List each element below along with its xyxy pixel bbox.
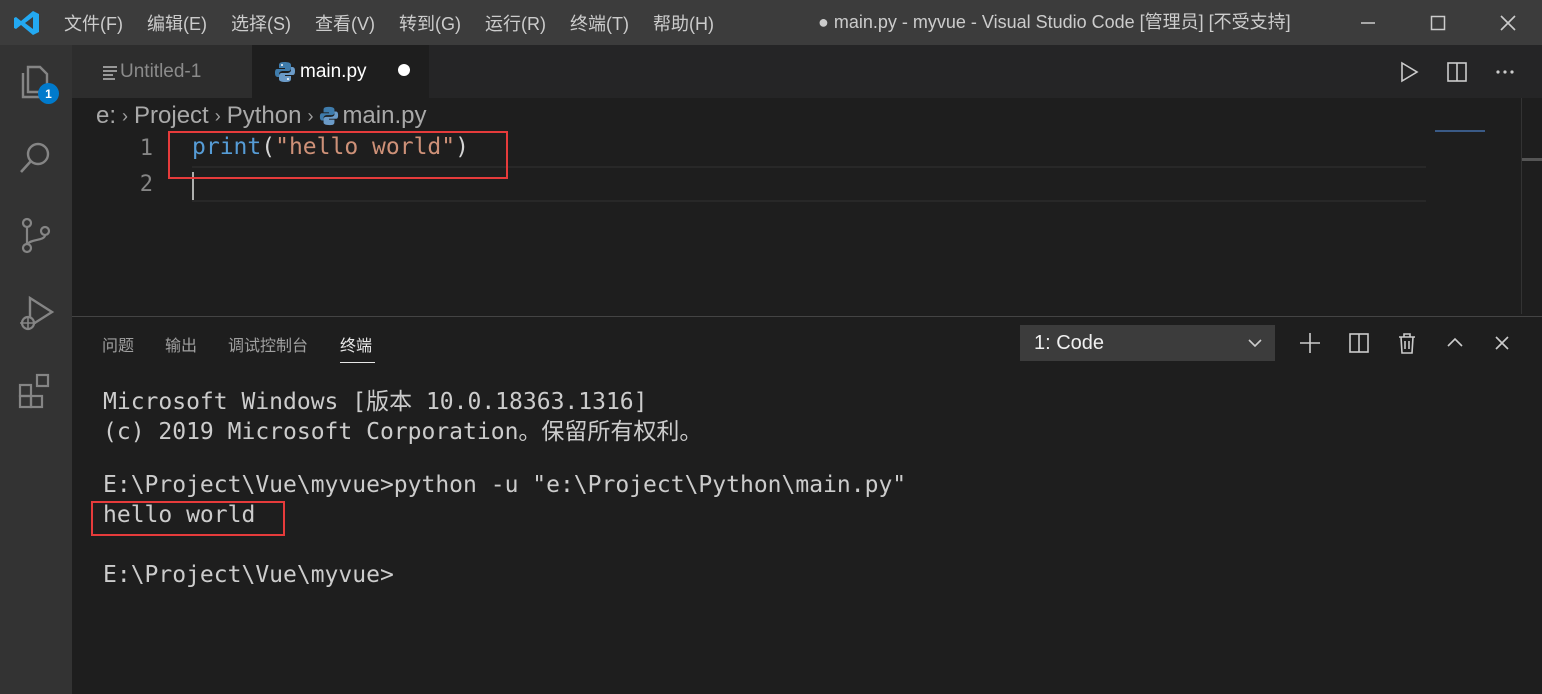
source-control-icon[interactable] [16, 215, 56, 255]
close-window-button[interactable] [1485, 0, 1531, 45]
split-icon [1349, 333, 1369, 353]
search-icon[interactable] [16, 137, 56, 177]
line-number: 2 [139, 172, 153, 197]
breadcrumb-project[interactable]: Project [134, 102, 209, 130]
tab-debug-console[interactable]: 调试控制台 [228, 332, 308, 356]
maximize-icon [1430, 15, 1446, 30]
unsaved-dot-icon[interactable] [397, 61, 411, 83]
line-number: 1 [139, 136, 153, 161]
menu-bar: 文件(F) 编辑(E) 选择(S) 查看(V) 转到(G) 运行(R) 终端(T… [64, 0, 738, 45]
terminal-select[interactable]: 1: Code [1020, 325, 1275, 361]
highlight-box-output [91, 501, 285, 536]
editor-actions [1398, 45, 1542, 98]
menu-file[interactable]: 文件(F) [64, 10, 123, 36]
extensions-icon[interactable] [16, 371, 56, 411]
close-icon [1495, 336, 1509, 350]
run-debug-icon[interactable] [16, 293, 56, 333]
maximize-panel-button[interactable] [1440, 328, 1470, 358]
run-file-icon[interactable] [1398, 61, 1420, 83]
chevron-right-icon: › [122, 105, 129, 126]
editor-tab-bar: Untitled-1 main.py [72, 45, 1542, 98]
new-terminal-button[interactable] [1295, 328, 1325, 358]
tab-problems[interactable]: 问题 [102, 332, 134, 356]
plus-icon [1300, 333, 1320, 353]
chevron-up-icon [1447, 337, 1463, 347]
minimap[interactable] [1435, 130, 1485, 132]
breadcrumb: e: › Project › Python › main.py [96, 100, 426, 132]
breadcrumb-python[interactable]: Python [227, 102, 302, 130]
chevron-right-icon: › [307, 105, 314, 126]
window-title: ● main.py - myvue - Visual Studio Code [… [818, 12, 1291, 32]
menu-edit[interactable]: 编辑(E) [147, 10, 207, 36]
tab-output[interactable]: 输出 [165, 332, 197, 356]
breadcrumb-drive[interactable]: e: [96, 102, 116, 130]
file-lines-icon [103, 65, 117, 80]
close-icon [1500, 14, 1516, 31]
menu-selection[interactable]: 选择(S) [231, 10, 291, 36]
activity-bar: 1 [0, 45, 72, 694]
menu-view[interactable]: 查看(V) [315, 10, 375, 36]
split-terminal-button[interactable] [1344, 328, 1374, 358]
minimize-icon [1361, 21, 1375, 24]
scrollbar-marker [1522, 158, 1542, 161]
minimize-button[interactable] [1345, 0, 1391, 45]
more-actions-icon[interactable] [1494, 61, 1516, 83]
tab-label: main.py [300, 60, 367, 82]
close-panel-button[interactable] [1487, 328, 1517, 358]
tab-untitled-1[interactable]: Untitled-1 [72, 45, 252, 98]
chevron-right-icon: › [214, 105, 221, 126]
tab-terminal[interactable]: 终端 [340, 332, 372, 356]
vscode-logo-icon [14, 11, 39, 35]
kill-terminal-button[interactable] [1392, 328, 1422, 358]
menu-run[interactable]: 运行(R) [485, 10, 546, 36]
split-editor-icon[interactable] [1446, 61, 1468, 83]
menu-go[interactable]: 转到(G) [399, 10, 461, 36]
menu-help[interactable]: 帮助(H) [653, 10, 714, 36]
trash-icon [1399, 333, 1415, 354]
explorer-badge: 1 [38, 83, 59, 104]
terminal-select-value: 1: Code [1034, 331, 1105, 354]
terminal-prompt-line[interactable]: E:\Project\Vue\myvue> [103, 562, 394, 588]
python-icon [320, 106, 339, 126]
tab-label: Untitled-1 [120, 60, 202, 82]
title-bar: 文件(F) 编辑(E) 选择(S) 查看(V) 转到(G) 运行(R) 终端(T… [0, 0, 1542, 45]
terminal-line: (c) 2019 Microsoft Corporation。保留所有权利。 [103, 419, 703, 445]
python-icon [275, 61, 295, 82]
highlight-box-code [168, 131, 508, 179]
terminal-line: Microsoft Windows [版本 10.0.18363.1316] [103, 389, 648, 415]
tab-main-py[interactable]: main.py [252, 45, 429, 98]
maximize-button[interactable] [1415, 0, 1461, 45]
menu-terminal[interactable]: 终端(T) [570, 10, 629, 36]
breadcrumb-file[interactable]: main.py [342, 102, 426, 130]
editor-scrollbar[interactable] [1521, 98, 1522, 314]
panel-divider[interactable] [72, 316, 1542, 317]
terminal-line: E:\Project\Vue\myvue>python -u "e:\Proje… [103, 472, 907, 498]
active-tab-indicator [340, 362, 375, 363]
chevron-down-icon [1248, 339, 1262, 348]
